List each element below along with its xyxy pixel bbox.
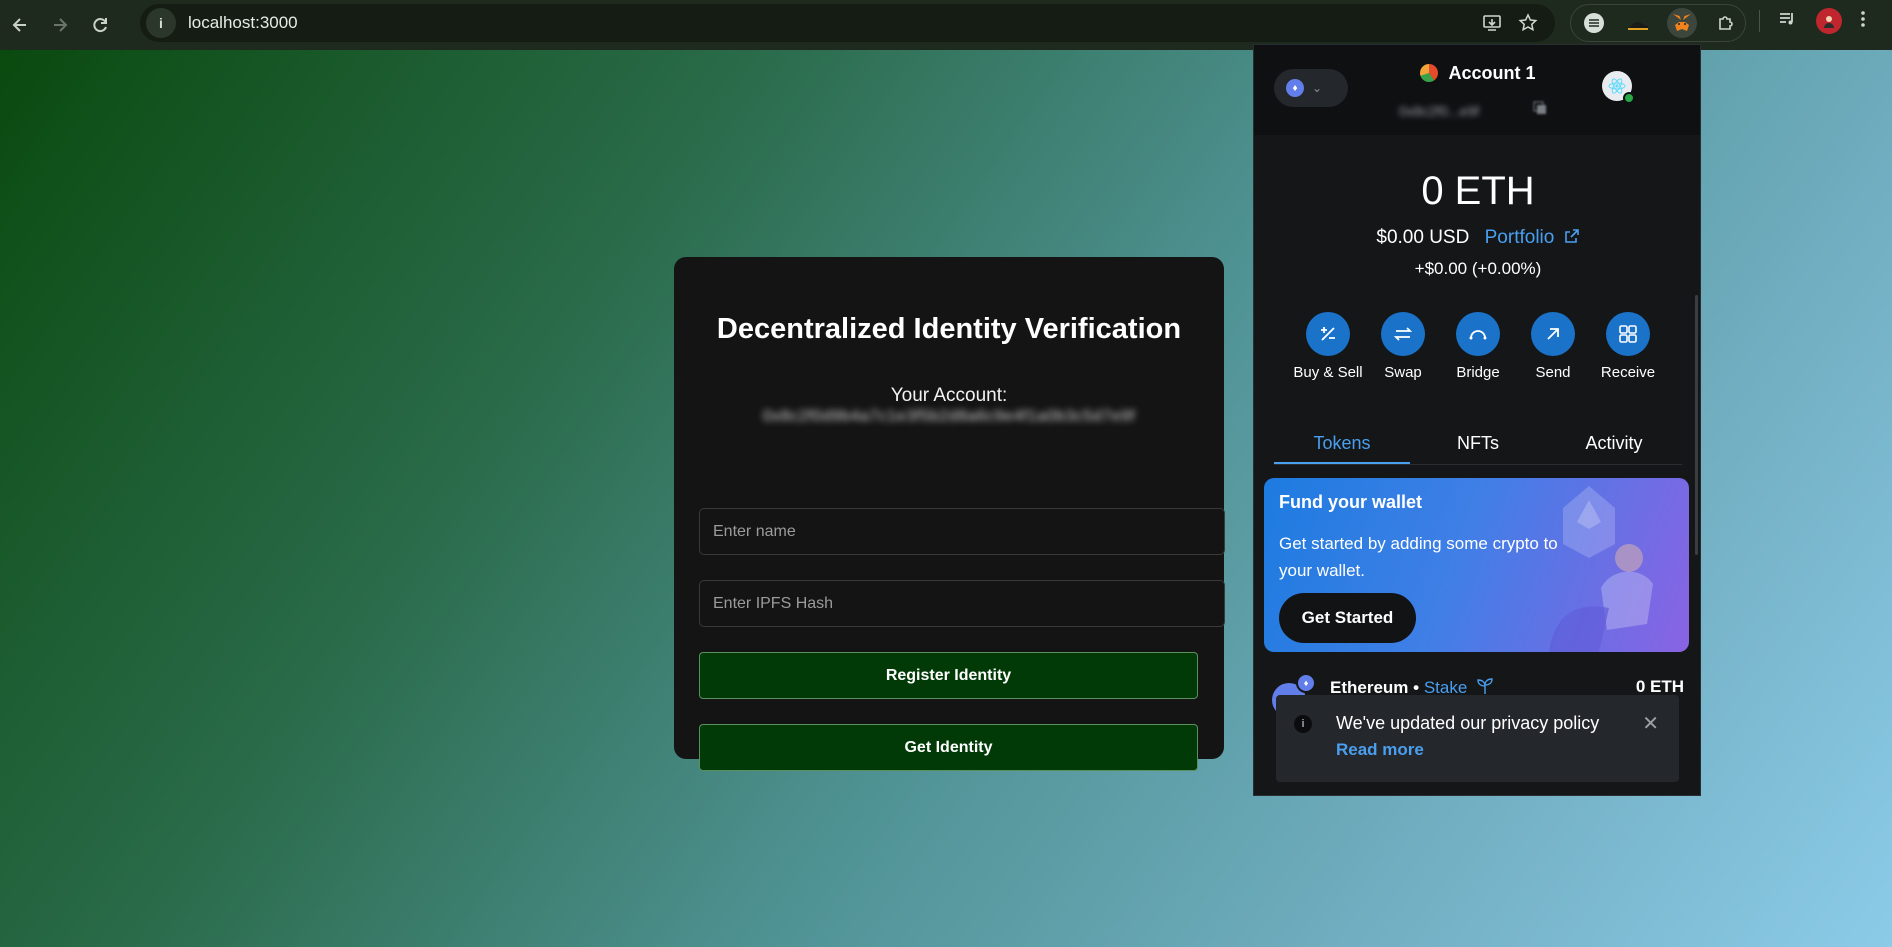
- profile-avatar[interactable]: [1816, 8, 1842, 34]
- close-icon[interactable]: ✕: [1642, 711, 1659, 736]
- connected-site-icon[interactable]: [1602, 71, 1635, 104]
- info-icon: i: [1294, 715, 1312, 733]
- metamask-fox-icon[interactable]: [1667, 8, 1697, 38]
- browser-toolbar: i localhost:3000: [0, 0, 1892, 50]
- name-input[interactable]: [699, 508, 1225, 555]
- send-icon: [1531, 312, 1575, 356]
- eth-balance: 0 ETH: [1421, 169, 1535, 213]
- fund-wallet-banner: Fund your wallet Get started by adding s…: [1264, 478, 1689, 652]
- fund-title: Fund your wallet: [1279, 492, 1423, 512]
- read-more-link[interactable]: Read more: [1336, 740, 1424, 760]
- media-queue-icon[interactable]: [1778, 9, 1798, 34]
- wallet-actions: Buy & Sell Swap Bridge Send Receive: [1254, 312, 1700, 381]
- reading-mode-icon[interactable]: [1579, 8, 1609, 38]
- account-name: Account 1: [1448, 63, 1536, 83]
- account-address: 0x8c2f0d9b4a7c1e3f5b2d8a6c9e4f1a0b3c5d7e…: [762, 408, 1136, 425]
- privacy-toast: i We've updated our privacy policy Read …: [1276, 695, 1679, 782]
- bridge-icon: [1456, 312, 1500, 356]
- tab-nfts[interactable]: NFTs: [1410, 421, 1546, 464]
- extensions-puzzle-icon[interactable]: [1711, 8, 1741, 38]
- buy-sell-icon: [1306, 312, 1350, 356]
- tab-activity[interactable]: Activity: [1546, 421, 1682, 464]
- swap-button[interactable]: Swap: [1366, 312, 1441, 381]
- popup-scrollbar[interactable]: [1695, 295, 1698, 555]
- balance-change: +$0.00 (+0.00%): [1414, 259, 1542, 278]
- extensions-group: [1570, 4, 1746, 42]
- tab-tokens[interactable]: Tokens: [1274, 421, 1410, 464]
- receive-button[interactable]: Receive: [1591, 312, 1666, 381]
- account-label: Your Account:: [890, 385, 1008, 406]
- bridge-button[interactable]: Bridge: [1441, 312, 1516, 381]
- register-identity-button[interactable]: Register Identity: [699, 652, 1198, 699]
- site-info-icon[interactable]: i: [146, 8, 176, 38]
- usd-balance-row: $0.00 USD Portfolio: [1254, 227, 1700, 249]
- address-bar[interactable]: i localhost:3000: [140, 4, 1555, 42]
- connected-status-dot: [1623, 92, 1635, 104]
- get-identity-button[interactable]: Get Identity: [699, 724, 1198, 771]
- send-button[interactable]: Send: [1516, 312, 1591, 381]
- sprout-icon: [1477, 678, 1493, 694]
- ipfs-hash-input[interactable]: [699, 580, 1225, 627]
- buy-sell-button[interactable]: Buy & Sell: [1291, 312, 1366, 381]
- external-link-icon: [1564, 229, 1579, 243]
- account-avatar: [1420, 64, 1439, 82]
- ethereum-network-badge-icon: ♦: [1296, 673, 1316, 693]
- usd-balance: $0.00 USD: [1376, 227, 1470, 248]
- url-text[interactable]: localhost:3000: [188, 13, 298, 33]
- receive-icon: [1606, 312, 1650, 356]
- forward-icon[interactable]: [40, 5, 80, 45]
- menu-kebab-icon[interactable]: [1860, 9, 1866, 34]
- install-app-icon[interactable]: [1479, 10, 1505, 36]
- asset-tabs: Tokens NFTs Activity: [1274, 421, 1682, 465]
- bookmark-star-icon[interactable]: [1515, 10, 1541, 36]
- metamask-header: ♦ ⌄ Account 1 0x8c2f0...e9f: [1254, 45, 1700, 135]
- extension-shoe-icon[interactable]: [1623, 8, 1653, 38]
- toolbar-separator: [1759, 10, 1760, 32]
- identity-card: Decentralized Identity Verification Your…: [674, 257, 1225, 771]
- account-picker[interactable]: Account 1: [1254, 63, 1700, 84]
- swap-icon: [1381, 312, 1425, 356]
- fund-description: Get started by adding some crypto to you…: [1279, 534, 1558, 580]
- get-started-button[interactable]: Get Started: [1279, 593, 1416, 643]
- reload-icon[interactable]: [80, 5, 120, 45]
- metamask-popup: ♦ ⌄ Account 1 0x8c2f0...e9f 0 ETH $0.00 …: [1253, 44, 1701, 796]
- toast-message: We've updated our privacy policy: [1336, 713, 1600, 733]
- page-title: Decentralized Identity Verification: [716, 313, 1182, 345]
- copy-icon[interactable]: [1533, 101, 1547, 120]
- back-icon[interactable]: [0, 5, 40, 45]
- portfolio-link[interactable]: Portfolio: [1485, 227, 1580, 248]
- account-short-address[interactable]: 0x8c2f0...e9f: [1399, 103, 1511, 119]
- token-balance: 0 ETH: [1635, 677, 1684, 696]
